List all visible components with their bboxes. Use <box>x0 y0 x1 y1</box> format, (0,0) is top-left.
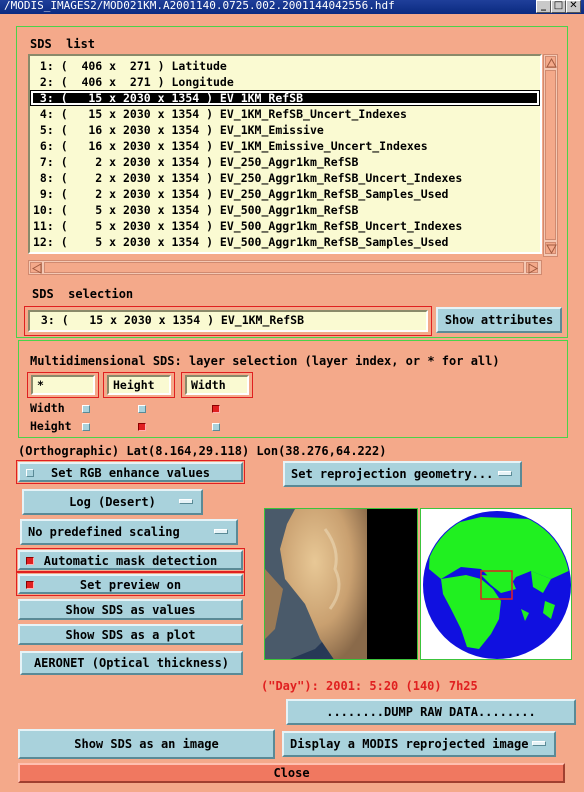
scroll-up-arrow-icon[interactable] <box>545 56 557 68</box>
sds-list-item[interactable]: 8: ( 2 x 2030 x 1354 ) EV_250_Aggr1km_Re… <box>30 170 540 186</box>
sds-list-item[interactable]: 4: ( 15 x 2030 x 1354 ) EV_1KM_RefSB_Unc… <box>30 106 540 122</box>
row-label-height: Height <box>30 419 72 433</box>
rgb-enhance-button[interactable]: Set RGB enhance values <box>18 462 243 482</box>
auto-mask-label: Automatic mask detection <box>43 554 218 568</box>
sds-selection-label: SDS selection <box>32 287 134 301</box>
sds-list-item[interactable]: 7: ( 2 x 2030 x 1354 ) EV_250_Aggr1km_Re… <box>30 154 540 170</box>
day-status: ("Day"): 2001: 5:20 (140) 7h25 <box>261 679 478 693</box>
show-attributes-button[interactable]: Show attributes <box>436 307 562 333</box>
sds-list-item[interactable]: 2: ( 406 x 271 ) Longitude <box>30 74 540 90</box>
sds-list-item[interactable]: 3: ( 15 x 2030 x 1354 ) EV_1KM_RefSB <box>30 90 540 106</box>
preview-indicator <box>26 581 34 589</box>
layer-toggle[interactable] <box>212 423 220 431</box>
dropdown-icon <box>214 529 228 534</box>
scroll-right-arrow-icon[interactable] <box>526 262 539 274</box>
reprojection-label: Set reprojection geometry... <box>291 467 494 481</box>
sds-list-item[interactable]: 10: ( 5 x 2030 x 1354 ) EV_500_Aggr1km_R… <box>30 202 540 218</box>
scroll-down-arrow-icon[interactable] <box>545 242 557 255</box>
show-image-button[interactable]: Show SDS as an image <box>18 729 275 759</box>
log-desert-menu[interactable]: Log (Desert) <box>22 489 203 515</box>
dropdown-icon <box>498 471 512 476</box>
sds-list-item[interactable]: 1: ( 406 x 271 ) Latitude <box>30 58 540 74</box>
log-label: Log (Desert) <box>69 495 156 509</box>
layer-field-3[interactable]: Width <box>185 375 249 395</box>
layer-toggle[interactable] <box>82 405 90 413</box>
satellite-preview-image <box>264 508 418 660</box>
auto-mask-toggle[interactable]: Automatic mask detection <box>18 550 243 570</box>
display-reprojected-menu[interactable]: Display a MODIS reprojected image <box>282 731 556 757</box>
window-title: /MODIS_IMAGES2/MOD021KM.A2001140.0725.00… <box>0 0 584 14</box>
preview-label: Set preview on <box>79 578 182 592</box>
sds-list[interactable]: 1: ( 406 x 271 ) Latitude 2: ( 406 x 271… <box>28 54 542 254</box>
sds-list-item[interactable]: 11: ( 5 x 2030 x 1354 ) EV_500_Aggr1km_R… <box>30 218 540 234</box>
layer-toggle[interactable] <box>212 405 220 413</box>
multidim-label: Multidimensional SDS: layer selection (l… <box>30 354 500 368</box>
dropdown-icon <box>179 499 193 504</box>
sds-list-label: SDS list <box>30 37 96 51</box>
layer-toggle[interactable] <box>138 405 146 413</box>
show-plot-button[interactable]: Show SDS as a plot <box>18 624 243 645</box>
row-label-width: Width <box>30 401 65 415</box>
preview-toggle[interactable]: Set preview on <box>18 574 243 594</box>
scaling-label: No predefined scaling <box>28 525 180 539</box>
close-button[interactable]: Close <box>18 763 565 783</box>
aeronet-button[interactable]: AERONET (Optical thickness) <box>20 651 243 675</box>
reprojection-geometry-menu[interactable]: Set reprojection geometry... <box>283 461 522 487</box>
layer-field-1[interactable]: * <box>31 375 95 395</box>
maximize-button[interactable]: □ <box>551 0 566 13</box>
sds-list-item[interactable]: 12: ( 5 x 2030 x 1354 ) EV_500_Aggr1km_R… <box>30 234 540 250</box>
show-values-button[interactable]: Show SDS as values <box>18 599 243 620</box>
rgb-enhance-label: Set RGB enhance values <box>51 466 210 480</box>
globe-preview-image <box>420 508 572 660</box>
display-reprojected-label: Display a MODIS reprojected image <box>290 737 529 751</box>
close-window-button[interactable]: ✕ <box>566 0 581 13</box>
sds-list-item[interactable]: 6: ( 16 x 2030 x 1354 ) EV_1KM_Emissive_… <box>30 138 540 154</box>
hscroll-thumb[interactable] <box>44 262 524 273</box>
rgb-enhance-indicator <box>26 469 34 477</box>
dropdown-icon <box>532 741 546 746</box>
sds-list-hscrollbar[interactable] <box>28 260 542 275</box>
sds-list-vscrollbar[interactable] <box>543 54 558 257</box>
minimize-button[interactable]: _ <box>536 0 551 13</box>
sds-selection-field[interactable]: 3: ( 15 x 2030 x 1354 ) EV_1KM_RefSB <box>28 310 428 332</box>
layer-toggle[interactable] <box>82 423 90 431</box>
scroll-thumb[interactable] <box>545 70 556 240</box>
layer-field-2[interactable]: Height <box>107 375 171 395</box>
layer-toggle[interactable] <box>138 423 146 431</box>
scaling-menu[interactable]: No predefined scaling <box>20 519 238 545</box>
projection-status: (Orthographic) Lat(8.164,29.118) Lon(38.… <box>18 444 387 458</box>
sds-list-item[interactable]: 5: ( 16 x 2030 x 1354 ) EV_1KM_Emissive <box>30 122 540 138</box>
sds-list-item[interactable]: 9: ( 2 x 2030 x 1354 ) EV_250_Aggr1km_Re… <box>30 186 540 202</box>
scroll-left-arrow-icon[interactable] <box>30 262 42 274</box>
auto-mask-indicator <box>26 557 34 565</box>
dump-raw-data-button[interactable]: ........DUMP RAW DATA........ <box>286 699 576 725</box>
